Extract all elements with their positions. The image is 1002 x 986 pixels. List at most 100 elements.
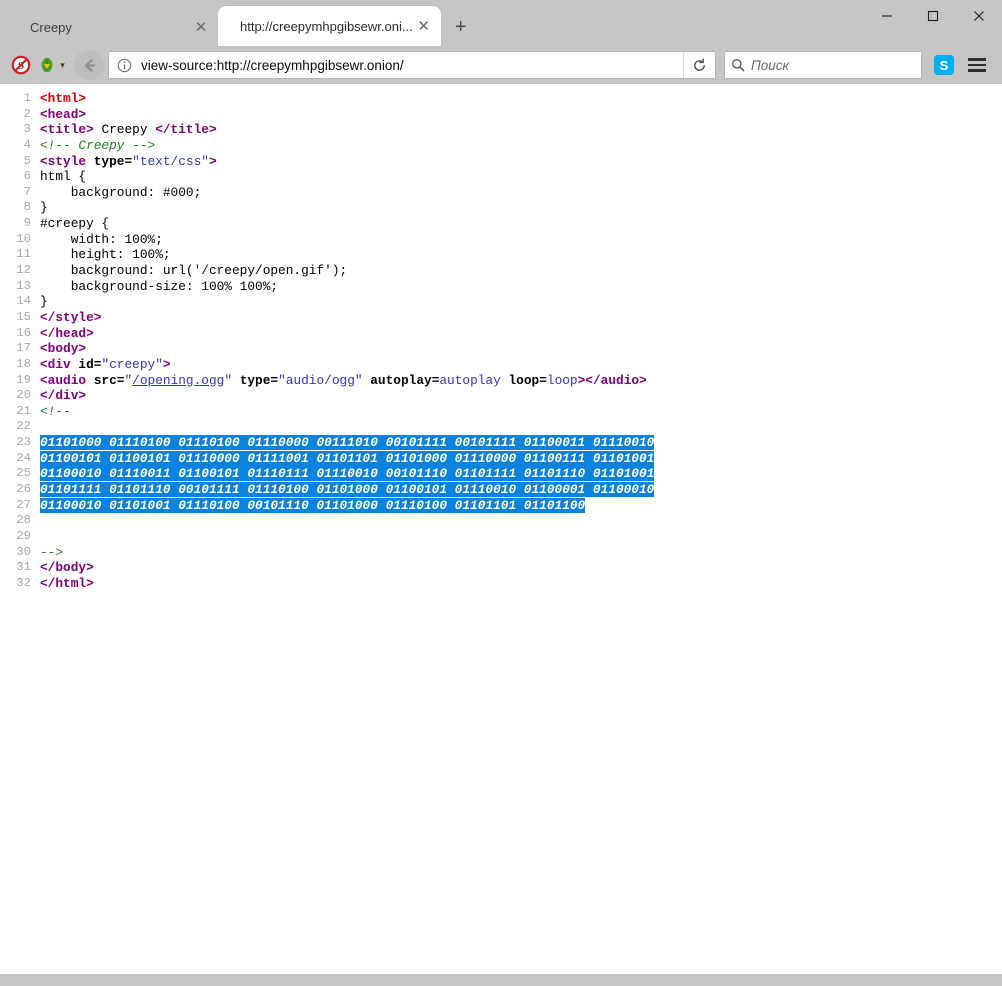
maximize-button[interactable] [910,0,956,32]
tab-creepy[interactable]: Creepy ✕ [8,8,218,46]
code-token: background: url('/creepy/open.gif'); [40,263,347,278]
line-code[interactable]: <style type="text/css"> [40,154,1002,170]
code-token: background: #000; [40,185,201,200]
skype-icon[interactable]: S [934,55,954,75]
code-token: background-size: 100% 100%; [40,279,278,294]
info-circle-icon[interactable] [109,52,139,78]
line-code[interactable]: html { [40,169,1002,185]
code-token: "text/css" [132,154,209,169]
reload-icon[interactable] [683,52,715,78]
tab-title: http://creepymhpgibsewr.oni... [240,19,413,34]
code-token: <body> [40,341,86,356]
code-token: > [163,357,171,372]
source-line: 2501100010 01110011 01100101 01110111 01… [0,466,1002,482]
search-input[interactable]: Поиск [751,58,789,73]
line-code[interactable]: } [40,294,1002,310]
line-code[interactable]: <audio src="/opening.ogg" type="audio/og… [40,373,1002,389]
line-code[interactable]: </body> [40,560,1002,576]
source-line: 22 [0,419,1002,435]
source-line: 15</style> [0,310,1002,326]
source-line: 21<!-- [0,404,1002,420]
line-number: 4 [0,138,40,154]
line-code[interactable] [40,529,1002,545]
line-number: 23 [0,435,40,451]
line-number: 9 [0,216,40,232]
line-number: 7 [0,185,40,201]
line-code[interactable]: <!-- Creepy --> [40,138,1002,154]
code-token: <title> [40,122,94,137]
code-token: </title> [155,122,216,137]
line-code[interactable]: </html> [40,576,1002,592]
selected-binary-text: 01100101 01100101 01110000 01111001 0110… [40,451,654,466]
code-token: </head> [40,326,94,341]
code-token: autoplay [439,373,500,388]
new-tab-button[interactable]: + [445,10,477,44]
hamburger-menu-icon[interactable] [964,52,990,78]
noscript-icon[interactable]: S [6,50,36,80]
code-token: <audio [40,373,86,388]
source-line: 19<audio src="/opening.ogg" type="audio/… [0,373,1002,389]
code-token: html { [40,169,86,184]
code-token: #creepy { [40,216,109,231]
line-number: 5 [0,154,40,170]
search-bar[interactable]: Поиск [724,51,922,79]
line-code[interactable]: #creepy { [40,216,1002,232]
line-code[interactable]: 01100010 01101001 01110100 00101110 0110… [40,498,1002,514]
line-number: 2 [0,107,40,123]
line-code[interactable]: background: url('/creepy/open.gif'); [40,263,1002,279]
selected-binary-text: 01101111 01101110 00101111 01110100 0110… [40,482,654,497]
line-number: 3 [0,122,40,138]
source-line: 13 background-size: 100% 100%; [0,279,1002,295]
line-code[interactable]: } [40,200,1002,216]
selected-binary-text: 01101000 01110100 01110100 01110000 0011… [40,435,654,450]
line-number: 24 [0,451,40,467]
line-code[interactable]: 01101111 01101110 00101111 01110100 0110… [40,482,1002,498]
line-code[interactable]: </style> [40,310,1002,326]
line-code[interactable] [40,419,1002,435]
chevron-down-icon[interactable]: ▾ [60,60,65,71]
line-code[interactable]: </div> [40,388,1002,404]
code-token: <!-- [40,404,71,419]
url-text[interactable]: view-source:http://creepymhpgibsewr.onio… [139,58,683,73]
source-line: 20</div> [0,388,1002,404]
line-code[interactable]: background: #000; [40,185,1002,201]
line-code[interactable]: 01101000 01110100 01110100 01110000 0011… [40,435,1002,451]
line-code[interactable] [40,513,1002,529]
line-code[interactable]: <!-- [40,404,1002,420]
tab-view-source[interactable]: http://creepymhpgibsewr.oni... ✕ [218,6,441,46]
line-code[interactable]: <div id="creepy"> [40,357,1002,373]
line-number: 17 [0,341,40,357]
line-number: 14 [0,294,40,310]
line-code[interactable]: <body> [40,341,1002,357]
line-code[interactable]: <html> [40,91,1002,107]
line-code[interactable]: background-size: 100% 100%; [40,279,1002,295]
minimize-button[interactable] [864,0,910,32]
line-number: 11 [0,247,40,263]
line-code[interactable]: </head> [40,326,1002,342]
close-window-button[interactable] [956,0,1002,32]
line-code[interactable]: <title> Creepy </title> [40,122,1002,138]
tab-close-icon[interactable]: ✕ [190,16,212,38]
line-code[interactable]: height: 100%; [40,247,1002,263]
tab-title: Creepy [30,20,190,35]
tor-onion-icon[interactable]: ▾ [36,50,66,80]
line-code[interactable]: 01100010 01110011 01100101 01110111 0111… [40,466,1002,482]
code-token: loop= [501,373,547,388]
source-line: 7 background: #000; [0,185,1002,201]
code-token: width: 100%; [40,232,163,247]
line-number: 22 [0,419,40,435]
selected-binary-text: 01100010 01110011 01100101 01110111 0111… [40,466,654,481]
url-bar[interactable]: view-source:http://creepymhpgibsewr.onio… [108,51,716,79]
source-line: 17<body> [0,341,1002,357]
line-number: 1 [0,91,40,107]
line-code[interactable]: --> [40,545,1002,561]
line-code[interactable]: 01100101 01100101 01110000 01111001 0110… [40,451,1002,467]
tab-close-icon[interactable]: ✕ [413,15,435,37]
line-code[interactable]: width: 100%; [40,232,1002,248]
menu-line [968,58,986,61]
back-button[interactable] [74,50,104,80]
source-line: 32</html> [0,576,1002,592]
code-token: > [209,154,217,169]
view-source-content[interactable]: 1<html>2<head>3<title> Creepy </title>4<… [0,84,1002,974]
line-code[interactable]: <head> [40,107,1002,123]
